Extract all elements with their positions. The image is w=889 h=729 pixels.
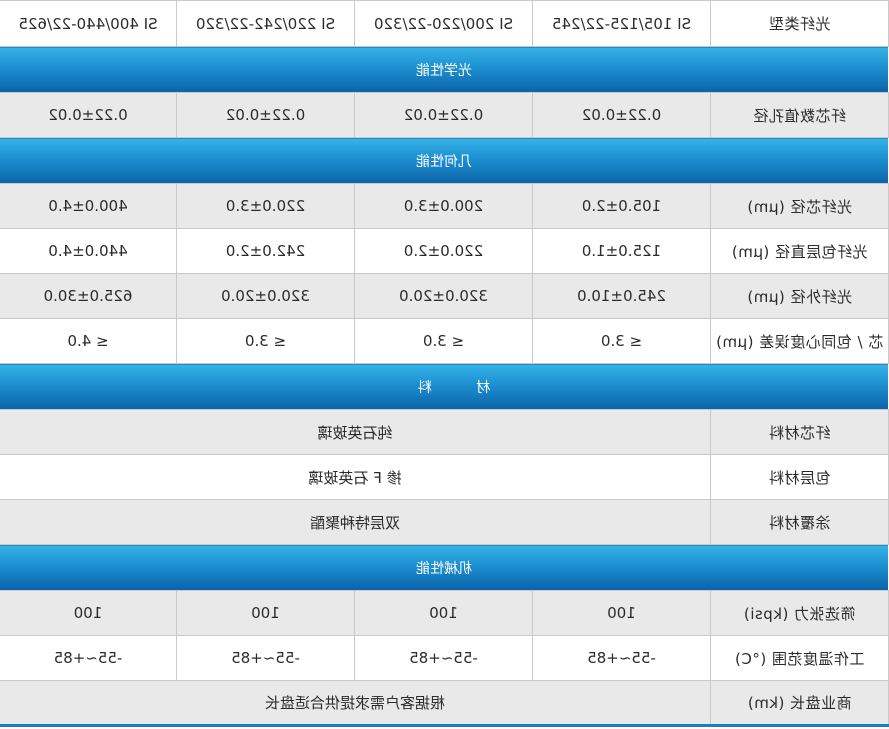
cell-value: 245.0±10.0 (532, 273, 711, 319)
table-row: 光纤外径 (μm) 245.0±10.0 320.0±20.0 320.0±20… (0, 273, 889, 319)
table-row: 纤芯数值孔径 0.22±0.02 0.22±0.02 0.22±0.02 0.2… (0, 92, 889, 138)
row-label: 筛选张力 (kpsi) (710, 590, 889, 636)
section-title: 几何性能 (0, 137, 889, 184)
cell-value: 100 (532, 590, 711, 636)
fiber-type-1: SI 105/125-22/245 (532, 0, 711, 47)
row-label: 光纤包层直径 (μm) (710, 228, 889, 274)
cell-value: 0.22±0.02 (532, 92, 711, 138)
table-row: 涂覆材料 双层特种聚酯 (0, 499, 889, 545)
table-row: 光纤芯径 (μm) 105.0±2.0 200.0±3.0 220.0±3.0 … (0, 183, 889, 229)
row-label: 商业盘长 (km) (710, 680, 889, 726)
section-geometry: 几何性能 (0, 137, 889, 184)
cell-value: 100 (176, 590, 355, 636)
header-label: 光纤类型 (710, 0, 889, 47)
row-label: 光纤外径 (μm) (710, 273, 889, 319)
cell-value: 0.22±0.02 (354, 92, 533, 138)
cell-value: 0.22±0.02 (176, 92, 355, 138)
cell-value: 625.0±30.0 (0, 273, 177, 319)
cell-value: ≤ 3.0 (176, 318, 355, 364)
row-label: 纤芯材料 (710, 409, 889, 455)
section-optical: 光学性能 (0, 46, 889, 93)
table-row: 纤芯材料 纯石英玻璃 (0, 409, 889, 455)
row-label: 纤芯数值孔径 (710, 92, 889, 138)
section-title: 材 料 (0, 363, 889, 410)
cell-value: -55~+85 (354, 635, 533, 681)
cell-value: 100 (354, 590, 533, 636)
fiber-type-4: SI 400/440-22/625 (0, 0, 177, 47)
spec-table-container: 光纤类型 SI 105/125-22/245 SI 200/220-22/320… (0, 0, 889, 729)
cell-value: 根据客户需求提供合适盘长 (0, 680, 711, 726)
table-row: 商业盘长 (km) 根据客户需求提供合适盘长 (0, 680, 889, 726)
table-row: 筛选张力 (kpsi) 100 100 100 100 (0, 590, 889, 636)
row-label: 光纤芯径 (μm) (710, 183, 889, 229)
cell-value: 掺 F 石英玻璃 (0, 454, 711, 500)
cell-value: 220.0±3.0 (176, 183, 355, 229)
cell-value: 320.0±20.0 (176, 273, 355, 319)
fiber-spec-table: 光纤类型 SI 105/125-22/245 SI 200/220-22/320… (0, 0, 889, 727)
table-row: 包层材料 掺 F 石英玻璃 (0, 454, 889, 500)
section-title: 光学性能 (0, 46, 889, 93)
row-label: 芯 / 包同心度误差 (μm) (710, 318, 889, 364)
table-row: 工作温度范围 (°C) -55~+85 -55~+85 -55~+85 -55~… (0, 635, 889, 681)
cell-value: 100 (0, 590, 177, 636)
header-row: 光纤类型 SI 105/125-22/245 SI 200/220-22/320… (0, 0, 889, 47)
cell-value: 纯石英玻璃 (0, 409, 711, 455)
cell-value: -55~+85 (176, 635, 355, 681)
fiber-type-2: SI 200/220-22/320 (354, 0, 533, 47)
cell-value: 105.0±2.0 (532, 183, 711, 229)
cell-value: 220.0±2.0 (354, 228, 533, 274)
cell-value: 320.0±20.0 (354, 273, 533, 319)
fiber-type-3: SI 220/242-22/320 (176, 0, 355, 47)
cell-value: 0.22±0.02 (0, 92, 177, 138)
cell-value: 200.0±3.0 (354, 183, 533, 229)
cell-value: 242.0±2.0 (176, 228, 355, 274)
cell-value: ≤ 4.0 (0, 318, 177, 364)
section-mechanical: 机械性能 (0, 544, 889, 591)
cell-value: 440.0±4.0 (0, 228, 177, 274)
cell-value: 双层特种聚酯 (0, 499, 711, 545)
cell-value: -55~+85 (0, 635, 177, 681)
cell-value: 125.0±1.0 (532, 228, 711, 274)
cell-value: -55~+85 (532, 635, 711, 681)
section-material: 材 料 (0, 363, 889, 410)
table-row: 芯 / 包同心度误差 (μm) ≤ 3.0 ≤ 3.0 ≤ 3.0 ≤ 4.0 (0, 318, 889, 364)
section-title: 机械性能 (0, 544, 889, 591)
cell-value: ≤ 3.0 (532, 318, 711, 364)
table-row: 光纤包层直径 (μm) 125.0±1.0 220.0±2.0 242.0±2.… (0, 228, 889, 274)
row-label: 工作温度范围 (°C) (710, 635, 889, 681)
cell-value: 400.0±4.0 (0, 183, 177, 229)
row-label: 涂覆材料 (710, 499, 889, 545)
cell-value: ≤ 3.0 (354, 318, 533, 364)
row-label: 包层材料 (710, 454, 889, 500)
